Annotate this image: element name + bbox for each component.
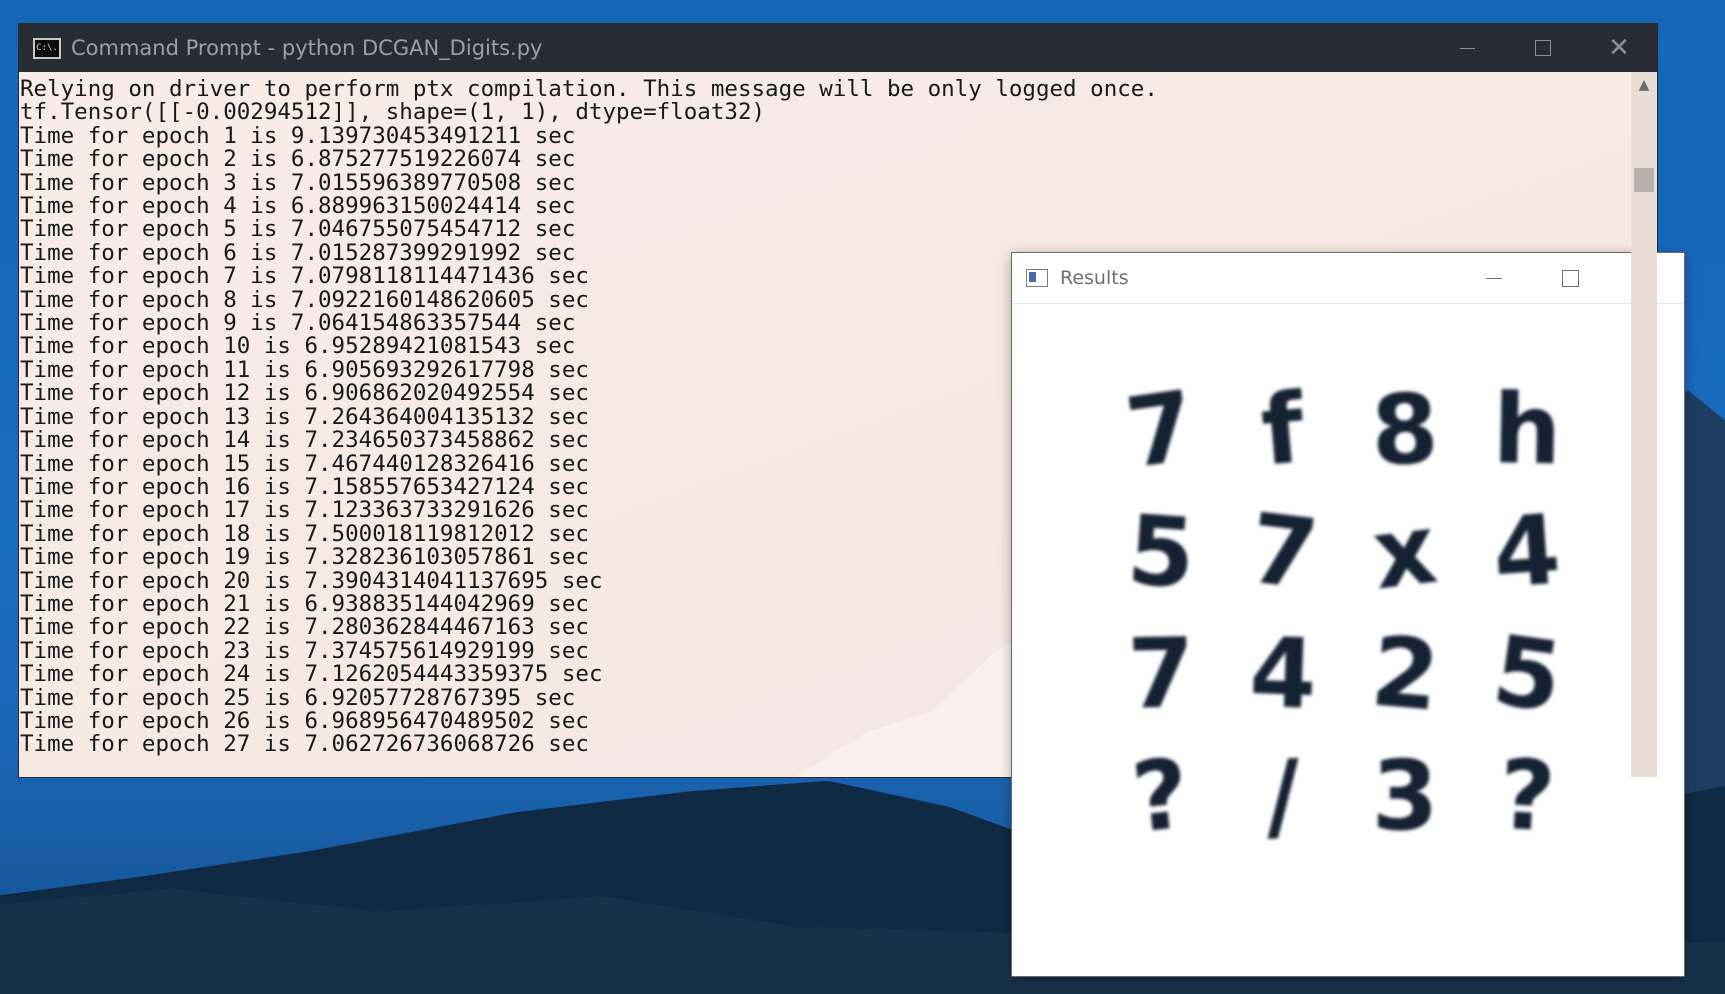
maximize-icon bbox=[1535, 40, 1551, 56]
generated-digit: 2 bbox=[1367, 615, 1443, 732]
results-minimize-button[interactable] bbox=[1456, 253, 1532, 303]
generated-digit: / bbox=[1262, 739, 1304, 853]
console-line: Time for epoch 22 is 7.280362844467163 s… bbox=[20, 614, 589, 641]
console-output: Relying on driver to perform ptx compila… bbox=[20, 76, 1158, 758]
generated-digit: x bbox=[1367, 493, 1442, 612]
console-line: Time for epoch 20 is 7.3904314041137695 … bbox=[20, 567, 603, 594]
maximize-icon bbox=[1561, 269, 1579, 287]
generated-digit: ? bbox=[1496, 739, 1557, 854]
generated-digit: h bbox=[1492, 373, 1562, 486]
console-line: Time for epoch 27 is 7.062726736068726 s… bbox=[20, 731, 589, 758]
console-line: Time for epoch 3 is 7.015596389770508 se… bbox=[20, 169, 576, 196]
close-icon: ✕ bbox=[1608, 33, 1630, 63]
minimize-icon bbox=[1486, 277, 1502, 279]
scroll-up-arrow-icon[interactable]: ▲ bbox=[1631, 72, 1657, 98]
console-line: Time for epoch 19 is 7.328236103057861 s… bbox=[20, 544, 589, 571]
console-line: Time for epoch 23 is 7.374575614929199 s… bbox=[20, 637, 589, 664]
console-line: Time for epoch 7 is 7.0798118114471436 s… bbox=[20, 263, 589, 290]
results-maximize-button[interactable] bbox=[1532, 253, 1608, 303]
cmd-titlebar[interactable]: C:\. Command Prompt - python DCGAN_Digit… bbox=[19, 24, 1657, 72]
console-line: Time for epoch 18 is 7.500018119812012 s… bbox=[20, 520, 589, 547]
generated-digit: 8 bbox=[1370, 373, 1441, 487]
console-line: Time for epoch 11 is 6.905693292617798 s… bbox=[20, 356, 589, 383]
console-line: Time for epoch 25 is 6.92057728767395 se… bbox=[20, 684, 576, 711]
console-line: Time for epoch 2 is 6.875277519226074 se… bbox=[20, 146, 576, 173]
console-line: Time for epoch 26 is 6.968956470489502 s… bbox=[20, 707, 589, 734]
scroll-thumb[interactable] bbox=[1634, 168, 1654, 192]
console-line: Time for epoch 24 is 7.1262054443359375 … bbox=[20, 661, 603, 688]
cmd-scrollbar[interactable]: ▲ bbox=[1631, 72, 1657, 777]
console-line: Time for epoch 14 is 7.234650373458862 s… bbox=[20, 427, 589, 454]
console-line: Time for epoch 17 is 7.123363733291626 s… bbox=[20, 497, 589, 524]
cmd-window-title: Command Prompt - python DCGAN_Digits.py bbox=[71, 36, 543, 60]
console-line: Time for epoch 8 is 7.0922160148620605 s… bbox=[20, 286, 589, 313]
console-line: Time for epoch 10 is 6.95289421081543 se… bbox=[20, 333, 576, 360]
console-line: Time for epoch 4 is 6.889963150024414 se… bbox=[20, 193, 576, 220]
generated-digit: 3 bbox=[1372, 740, 1439, 852]
console-line: tf.Tensor([[-0.00294512]], shape=(1, 1),… bbox=[20, 99, 766, 126]
console-line: Time for epoch 12 is 6.906862020492554 s… bbox=[20, 380, 589, 407]
generated-digit: 5 bbox=[1487, 614, 1569, 734]
console-line: Time for epoch 6 is 7.015287399291992 se… bbox=[20, 239, 576, 266]
generated-digit: 7 bbox=[1243, 492, 1323, 611]
console-line: Time for epoch 16 is 7.158557653427124 s… bbox=[20, 473, 589, 500]
console-line: Time for epoch 5 is 7.046755075454712 se… bbox=[20, 216, 576, 243]
minimize-icon bbox=[1459, 47, 1475, 49]
cmd-minimize-button[interactable] bbox=[1429, 24, 1505, 72]
cmd-icon: C:\. bbox=[33, 37, 61, 59]
generated-digit: f bbox=[1257, 372, 1310, 487]
console-line: Time for epoch 1 is 9.139730453491211 se… bbox=[20, 122, 576, 149]
console-line: Time for epoch 21 is 6.938835144042969 s… bbox=[20, 590, 589, 617]
cmd-maximize-button[interactable] bbox=[1505, 24, 1581, 72]
cmd-close-button[interactable]: ✕ bbox=[1581, 24, 1657, 72]
generated-digit: 4 bbox=[1248, 617, 1319, 731]
console-line: Time for epoch 9 is 7.064154863357544 se… bbox=[20, 310, 576, 337]
console-line: Time for epoch 15 is 7.467440128326416 s… bbox=[20, 450, 589, 477]
console-line: Time for epoch 13 is 7.264364004135132 s… bbox=[20, 403, 589, 430]
generated-digit: 4 bbox=[1490, 494, 1564, 610]
console-line: Relying on driver to perform ptx compila… bbox=[20, 76, 1158, 102]
